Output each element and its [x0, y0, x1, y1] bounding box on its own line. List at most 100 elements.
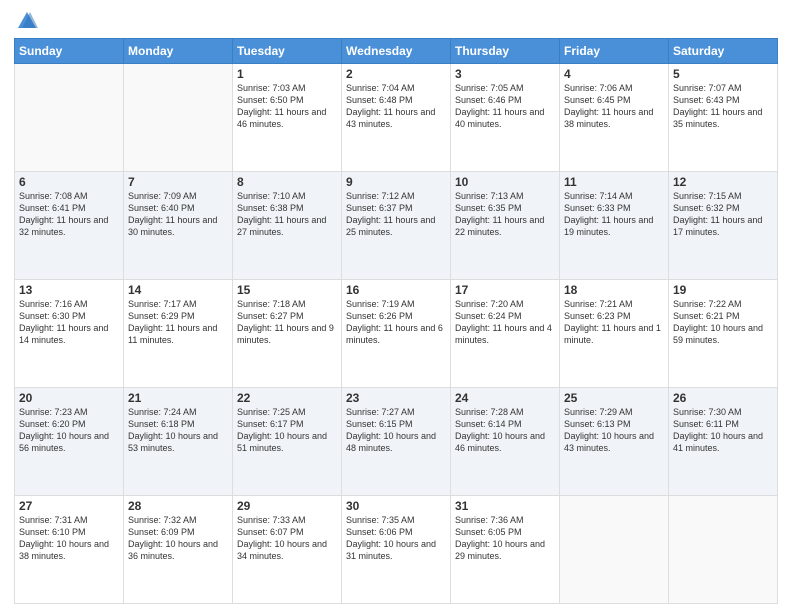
- calendar-cell: 19Sunrise: 7:22 AM Sunset: 6:21 PM Dayli…: [669, 280, 778, 388]
- day-info: Sunrise: 7:10 AM Sunset: 6:38 PM Dayligh…: [237, 190, 337, 239]
- day-number: 12: [673, 175, 773, 189]
- calendar-day-header: Saturday: [669, 39, 778, 64]
- calendar-cell: 15Sunrise: 7:18 AM Sunset: 6:27 PM Dayli…: [233, 280, 342, 388]
- day-info: Sunrise: 7:08 AM Sunset: 6:41 PM Dayligh…: [19, 190, 119, 239]
- day-number: 30: [346, 499, 446, 513]
- day-number: 9: [346, 175, 446, 189]
- calendar-cell: 18Sunrise: 7:21 AM Sunset: 6:23 PM Dayli…: [560, 280, 669, 388]
- day-number: 7: [128, 175, 228, 189]
- calendar-cell: 16Sunrise: 7:19 AM Sunset: 6:26 PM Dayli…: [342, 280, 451, 388]
- day-info: Sunrise: 7:09 AM Sunset: 6:40 PM Dayligh…: [128, 190, 228, 239]
- calendar-cell: 12Sunrise: 7:15 AM Sunset: 6:32 PM Dayli…: [669, 172, 778, 280]
- day-info: Sunrise: 7:32 AM Sunset: 6:09 PM Dayligh…: [128, 514, 228, 563]
- calendar-cell: 20Sunrise: 7:23 AM Sunset: 6:20 PM Dayli…: [15, 388, 124, 496]
- calendar-cell: 13Sunrise: 7:16 AM Sunset: 6:30 PM Dayli…: [15, 280, 124, 388]
- day-number: 4: [564, 67, 664, 81]
- day-info: Sunrise: 7:06 AM Sunset: 6:45 PM Dayligh…: [564, 82, 664, 131]
- calendar-cell: 14Sunrise: 7:17 AM Sunset: 6:29 PM Dayli…: [124, 280, 233, 388]
- day-info: Sunrise: 7:12 AM Sunset: 6:37 PM Dayligh…: [346, 190, 446, 239]
- calendar-cell: [560, 496, 669, 604]
- day-info: Sunrise: 7:22 AM Sunset: 6:21 PM Dayligh…: [673, 298, 773, 347]
- calendar-cell: 8Sunrise: 7:10 AM Sunset: 6:38 PM Daylig…: [233, 172, 342, 280]
- calendar-cell: [669, 496, 778, 604]
- calendar-cell: [124, 64, 233, 172]
- calendar-table: SundayMondayTuesdayWednesdayThursdayFrid…: [14, 38, 778, 604]
- day-info: Sunrise: 7:07 AM Sunset: 6:43 PM Dayligh…: [673, 82, 773, 131]
- day-info: Sunrise: 7:31 AM Sunset: 6:10 PM Dayligh…: [19, 514, 119, 563]
- day-number: 5: [673, 67, 773, 81]
- day-info: Sunrise: 7:03 AM Sunset: 6:50 PM Dayligh…: [237, 82, 337, 131]
- day-number: 2: [346, 67, 446, 81]
- page: SundayMondayTuesdayWednesdayThursdayFrid…: [0, 0, 792, 612]
- day-number: 16: [346, 283, 446, 297]
- day-number: 22: [237, 391, 337, 405]
- day-number: 24: [455, 391, 555, 405]
- calendar-day-header: Sunday: [15, 39, 124, 64]
- day-number: 13: [19, 283, 119, 297]
- day-info: Sunrise: 7:36 AM Sunset: 6:05 PM Dayligh…: [455, 514, 555, 563]
- day-info: Sunrise: 7:25 AM Sunset: 6:17 PM Dayligh…: [237, 406, 337, 455]
- calendar-day-header: Friday: [560, 39, 669, 64]
- calendar-day-header: Wednesday: [342, 39, 451, 64]
- day-number: 21: [128, 391, 228, 405]
- day-info: Sunrise: 7:19 AM Sunset: 6:26 PM Dayligh…: [346, 298, 446, 347]
- calendar-cell: [15, 64, 124, 172]
- calendar-cell: 21Sunrise: 7:24 AM Sunset: 6:18 PM Dayli…: [124, 388, 233, 496]
- day-info: Sunrise: 7:27 AM Sunset: 6:15 PM Dayligh…: [346, 406, 446, 455]
- day-info: Sunrise: 7:16 AM Sunset: 6:30 PM Dayligh…: [19, 298, 119, 347]
- calendar-header-row: SundayMondayTuesdayWednesdayThursdayFrid…: [15, 39, 778, 64]
- calendar-cell: 24Sunrise: 7:28 AM Sunset: 6:14 PM Dayli…: [451, 388, 560, 496]
- day-info: Sunrise: 7:28 AM Sunset: 6:14 PM Dayligh…: [455, 406, 555, 455]
- day-number: 14: [128, 283, 228, 297]
- day-number: 8: [237, 175, 337, 189]
- calendar-cell: 26Sunrise: 7:30 AM Sunset: 6:11 PM Dayli…: [669, 388, 778, 496]
- calendar-cell: 27Sunrise: 7:31 AM Sunset: 6:10 PM Dayli…: [15, 496, 124, 604]
- day-info: Sunrise: 7:23 AM Sunset: 6:20 PM Dayligh…: [19, 406, 119, 455]
- calendar-cell: 2Sunrise: 7:04 AM Sunset: 6:48 PM Daylig…: [342, 64, 451, 172]
- day-number: 6: [19, 175, 119, 189]
- calendar-cell: 29Sunrise: 7:33 AM Sunset: 6:07 PM Dayli…: [233, 496, 342, 604]
- calendar-day-header: Tuesday: [233, 39, 342, 64]
- day-info: Sunrise: 7:35 AM Sunset: 6:06 PM Dayligh…: [346, 514, 446, 563]
- calendar-cell: 3Sunrise: 7:05 AM Sunset: 6:46 PM Daylig…: [451, 64, 560, 172]
- calendar-cell: 28Sunrise: 7:32 AM Sunset: 6:09 PM Dayli…: [124, 496, 233, 604]
- day-number: 11: [564, 175, 664, 189]
- calendar-cell: 1Sunrise: 7:03 AM Sunset: 6:50 PM Daylig…: [233, 64, 342, 172]
- day-info: Sunrise: 7:24 AM Sunset: 6:18 PM Dayligh…: [128, 406, 228, 455]
- day-info: Sunrise: 7:13 AM Sunset: 6:35 PM Dayligh…: [455, 190, 555, 239]
- calendar-day-header: Thursday: [451, 39, 560, 64]
- day-info: Sunrise: 7:20 AM Sunset: 6:24 PM Dayligh…: [455, 298, 555, 347]
- day-number: 29: [237, 499, 337, 513]
- day-info: Sunrise: 7:14 AM Sunset: 6:33 PM Dayligh…: [564, 190, 664, 239]
- header: [14, 10, 778, 32]
- day-info: Sunrise: 7:04 AM Sunset: 6:48 PM Dayligh…: [346, 82, 446, 131]
- calendar-cell: 25Sunrise: 7:29 AM Sunset: 6:13 PM Dayli…: [560, 388, 669, 496]
- day-number: 25: [564, 391, 664, 405]
- calendar-cell: 5Sunrise: 7:07 AM Sunset: 6:43 PM Daylig…: [669, 64, 778, 172]
- day-number: 10: [455, 175, 555, 189]
- day-info: Sunrise: 7:30 AM Sunset: 6:11 PM Dayligh…: [673, 406, 773, 455]
- day-number: 28: [128, 499, 228, 513]
- calendar-cell: 30Sunrise: 7:35 AM Sunset: 6:06 PM Dayli…: [342, 496, 451, 604]
- calendar-cell: 17Sunrise: 7:20 AM Sunset: 6:24 PM Dayli…: [451, 280, 560, 388]
- logo-icon: [16, 10, 38, 32]
- day-info: Sunrise: 7:18 AM Sunset: 6:27 PM Dayligh…: [237, 298, 337, 347]
- calendar-cell: 11Sunrise: 7:14 AM Sunset: 6:33 PM Dayli…: [560, 172, 669, 280]
- day-number: 3: [455, 67, 555, 81]
- day-number: 31: [455, 499, 555, 513]
- day-info: Sunrise: 7:05 AM Sunset: 6:46 PM Dayligh…: [455, 82, 555, 131]
- day-info: Sunrise: 7:29 AM Sunset: 6:13 PM Dayligh…: [564, 406, 664, 455]
- logo: [14, 10, 38, 32]
- day-info: Sunrise: 7:15 AM Sunset: 6:32 PM Dayligh…: [673, 190, 773, 239]
- day-number: 26: [673, 391, 773, 405]
- day-number: 20: [19, 391, 119, 405]
- calendar-cell: 22Sunrise: 7:25 AM Sunset: 6:17 PM Dayli…: [233, 388, 342, 496]
- calendar-cell: 7Sunrise: 7:09 AM Sunset: 6:40 PM Daylig…: [124, 172, 233, 280]
- calendar-cell: 23Sunrise: 7:27 AM Sunset: 6:15 PM Dayli…: [342, 388, 451, 496]
- calendar-cell: 6Sunrise: 7:08 AM Sunset: 6:41 PM Daylig…: [15, 172, 124, 280]
- calendar-cell: 9Sunrise: 7:12 AM Sunset: 6:37 PM Daylig…: [342, 172, 451, 280]
- day-number: 23: [346, 391, 446, 405]
- day-info: Sunrise: 7:21 AM Sunset: 6:23 PM Dayligh…: [564, 298, 664, 347]
- day-number: 27: [19, 499, 119, 513]
- calendar-day-header: Monday: [124, 39, 233, 64]
